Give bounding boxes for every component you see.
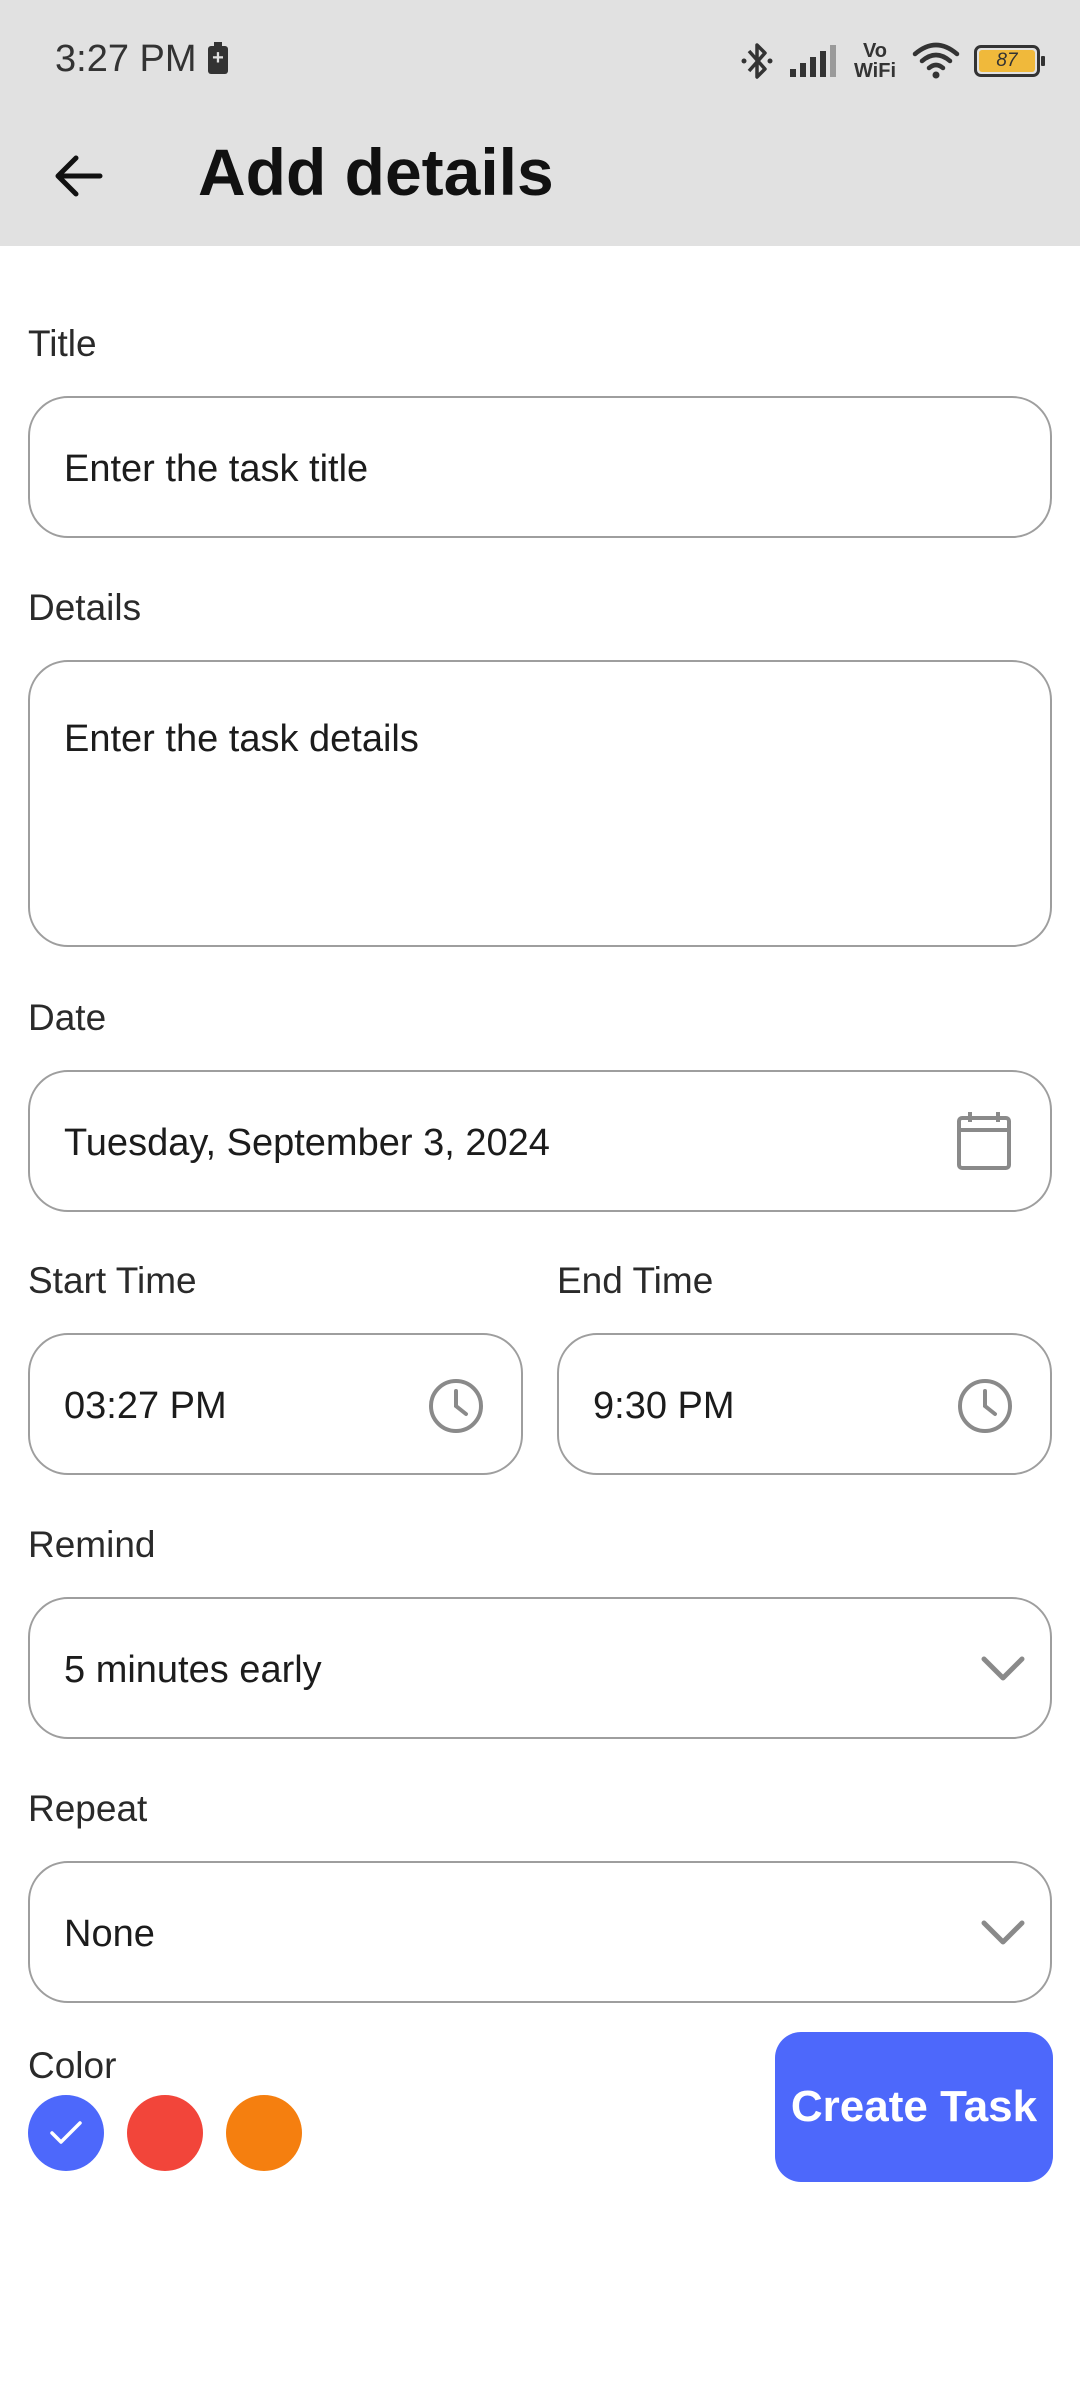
start-time-field[interactable]: 03:27 PM <box>28 1333 523 1475</box>
date-field[interactable]: Tuesday, September 3, 2024 <box>28 1070 1052 1212</box>
end-time-value: 9:30 PM <box>593 1385 735 1427</box>
title-placeholder: Enter the task title <box>64 448 369 490</box>
repeat-label: Repeat <box>28 1788 148 1829</box>
end-time-field[interactable]: 9:30 PM <box>557 1333 1052 1475</box>
remind-value: 5 minutes early <box>64 1649 322 1691</box>
remind-label: Remind <box>28 1524 156 1565</box>
color-swatch-blue[interactable] <box>28 2095 104 2171</box>
chevron-down-icon[interactable] <box>978 1913 1028 1953</box>
app-bar: 3:27 PM Vo WiFi 87 Add details <box>0 0 1080 246</box>
details-textarea[interactable]: Enter the task details <box>28 660 1052 947</box>
end-time-label: End Time <box>557 1260 714 1301</box>
title-label: Title <box>28 323 97 364</box>
status-bar: 3:27 PM Vo WiFi 87 <box>0 0 1080 122</box>
clock-icon[interactable] <box>956 1377 1014 1435</box>
repeat-dropdown[interactable]: None <box>28 1861 1052 2003</box>
start-time-label: Start Time <box>28 1260 197 1301</box>
battery-icon: 87 <box>974 45 1045 77</box>
remind-dropdown[interactable]: 5 minutes early <box>28 1597 1052 1739</box>
date-value: Tuesday, September 3, 2024 <box>64 1122 550 1164</box>
color-swatch-red[interactable] <box>127 2095 203 2171</box>
wifi-icon <box>912 42 960 80</box>
chevron-down-icon[interactable] <box>978 1649 1028 1689</box>
color-swatch-orange[interactable] <box>226 2095 302 2171</box>
battery-level: 87 <box>979 50 1035 72</box>
color-label: Color <box>28 2045 117 2086</box>
signal-icon <box>788 43 838 79</box>
vowifi-icon: Vo WiFi <box>853 40 897 82</box>
back-button[interactable] <box>30 128 126 224</box>
create-task-button[interactable]: Create Task <box>775 2032 1053 2182</box>
repeat-value: None <box>64 1913 155 1955</box>
arrow-back-icon <box>55 155 103 197</box>
start-time-value: 03:27 PM <box>64 1385 227 1427</box>
date-label: Date <box>28 997 107 1038</box>
details-label: Details <box>28 587 142 628</box>
status-icons: Vo WiFi 87 <box>740 36 1045 86</box>
page-title: Add details <box>198 135 554 209</box>
calendar-icon[interactable] <box>954 1108 1014 1174</box>
clock-icon[interactable] <box>427 1377 485 1435</box>
title-input[interactable]: Enter the task title <box>28 396 1052 538</box>
details-placeholder: Enter the task details <box>64 718 419 760</box>
checkmark-icon <box>50 2121 82 2144</box>
bluetooth-icon <box>740 41 774 81</box>
battery-saver-icon <box>208 42 228 74</box>
status-time: 3:27 PM <box>55 38 197 80</box>
